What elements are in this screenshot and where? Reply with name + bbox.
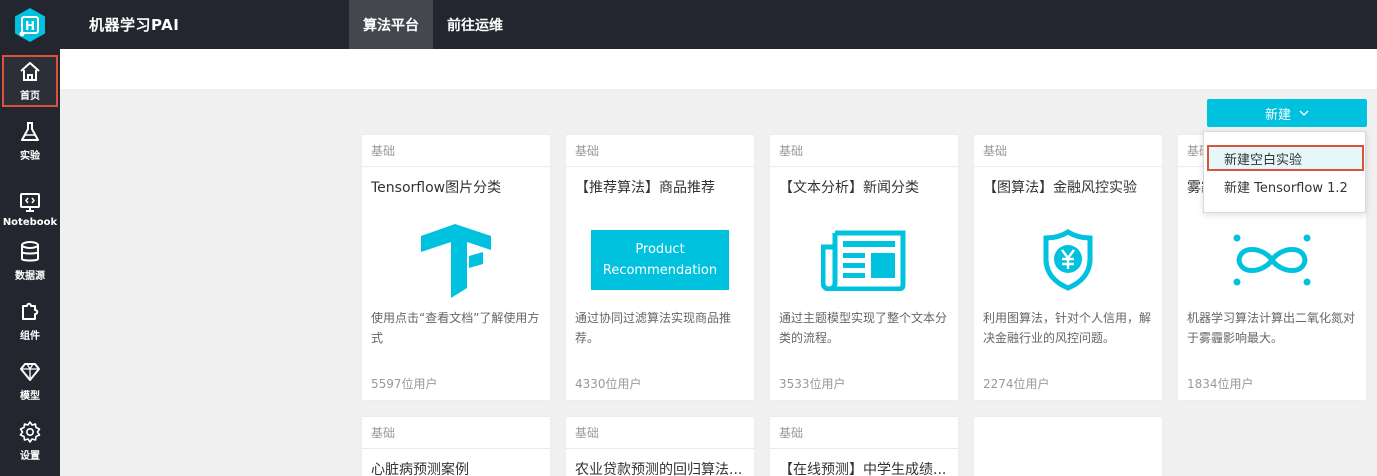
card-description: 使用点击“查看文档”了解使用方式 <box>371 311 540 345</box>
newspaper-icon <box>821 230 906 291</box>
puzzle-icon <box>22 302 39 320</box>
card-tag: 基础 <box>566 417 754 449</box>
sidebar-item-label: 数据源 <box>15 271 45 282</box>
template-card-heart-disease[interactable]: 基础 心脏病预测案例 <box>362 417 550 476</box>
card-title: 农业贷款预测的回归算法... <box>575 462 743 476</box>
card-image <box>1178 215 1366 305</box>
card-image <box>362 215 550 305</box>
chevron-down-icon <box>1299 110 1309 116</box>
logo-icon: H <box>15 7 45 42</box>
product-recommendation-image: Product Recommendation <box>591 230 729 290</box>
notebook-icon <box>20 193 40 212</box>
top-bar: H 机器学习PAI 算法平台 前往运维 <box>0 0 1377 49</box>
card-user-count: 3533位用户 <box>779 377 846 391</box>
database-icon <box>21 241 39 262</box>
sidebar-item-label: Notebook <box>2 217 58 228</box>
yen-shield-icon <box>1043 229 1093 291</box>
sidebar-item-home[interactable]: 首页 <box>2 55 58 107</box>
new-button-label: 新建 <box>1264 107 1291 123</box>
image-text: Recommendation <box>602 263 718 278</box>
card-title: 【图算法】金融风控实验 <box>983 180 1137 196</box>
sidebar-item-label: 实验 <box>20 151 40 162</box>
new-dropdown-menu: 新建空白实验 新建 Tensorflow 1.2 <box>1203 131 1366 213</box>
card-tag: 基础 <box>770 417 958 449</box>
top-nav: 算法平台 前往运维 <box>349 0 517 49</box>
template-card-financial-risk[interactable]: 基础 【图算法】金融风控实验 利用图算法，针对个人信用，解决金融行业的风控问题。… <box>974 135 1162 400</box>
infinity-icon <box>1233 234 1311 286</box>
card-title: Tensorflow图片分类 <box>371 180 502 196</box>
card-tag: 基础 <box>974 135 1162 167</box>
app-title: 机器学习PAI <box>89 16 180 34</box>
card-user-count: 5597位用户 <box>371 377 438 391</box>
card-user-count: 1834位用户 <box>1187 377 1254 391</box>
template-card-product-recommendation[interactable]: 基础 【推荐算法】商品推荐 Product Recommendation 通过协… <box>566 135 754 400</box>
sidebar-item-notebook[interactable]: Notebook <box>2 183 58 235</box>
card-title: 心脏病预测案例 <box>371 462 469 476</box>
sidebar: 首页 实验 Notebook 数据源 组件 模型 设置 <box>0 49 60 476</box>
sidebar-item-model[interactable]: 模型 <box>2 355 58 407</box>
card-tag: 基础 <box>770 135 958 167</box>
flask-icon <box>21 122 39 141</box>
sidebar-item-label: 组件 <box>20 331 40 342</box>
svg-text:H: H <box>25 19 35 33</box>
card-user-count: 2274位用户 <box>983 377 1050 391</box>
menu-item-new-tensorflow[interactable]: 新建 Tensorflow 1.2 <box>1207 173 1364 199</box>
content-header <box>60 49 1377 89</box>
sidebar-item-label: 设置 <box>20 451 40 462</box>
card-image: Product Recommendation <box>566 215 754 305</box>
sidebar-item-settings[interactable]: 设置 <box>2 415 58 467</box>
sidebar-item-experiment[interactable]: 实验 <box>2 115 58 167</box>
gear-icon <box>19 421 41 443</box>
card-tag: 基础 <box>362 135 550 167</box>
home-icon <box>20 62 40 81</box>
template-card-agri-loan[interactable]: 基础 农业贷款预测的回归算法... <box>566 417 754 476</box>
card-user-count: 4330位用户 <box>575 377 642 391</box>
pai-logo[interactable]: H <box>0 0 60 49</box>
card-description: 机器学习算法计算出二氧化氮对于雾霾影响最大。 <box>1187 311 1356 345</box>
sidebar-item-label: 首页 <box>20 91 40 102</box>
template-card-blank <box>974 417 1162 476</box>
nav-algorithm-platform[interactable]: 算法平台 <box>349 0 433 49</box>
card-title: 【推荐算法】商品推荐 <box>575 180 715 196</box>
card-image <box>770 215 958 305</box>
template-card-online-prediction[interactable]: 基础 【在线预测】中学生成绩... <box>770 417 958 476</box>
image-text: Product <box>635 242 685 257</box>
card-tag: 基础 <box>362 417 550 449</box>
card-image <box>974 215 1162 305</box>
menu-item-new-blank-experiment[interactable]: 新建空白实验 <box>1207 145 1364 171</box>
new-button[interactable]: 新建 <box>1207 99 1367 127</box>
sidebar-item-component[interactable]: 组件 <box>2 295 58 347</box>
nav-go-to-ops[interactable]: 前往运维 <box>433 0 517 49</box>
card-description: 利用图算法，针对个人信用，解决金融行业的风控问题。 <box>983 311 1152 345</box>
template-card-news-classification[interactable]: 基础 【文本分析】新闻分类 通过主题模型实现了整个文本分类的流程。 3533位用… <box>770 135 958 400</box>
sidebar-item-label: 模型 <box>20 391 40 402</box>
sidebar-item-datasource[interactable]: 数据源 <box>2 235 58 287</box>
card-description: 通过协同过滤算法实现商品推荐。 <box>575 311 732 345</box>
diamond-icon <box>20 363 40 381</box>
card-tag: 基础 <box>566 135 754 167</box>
tensorflow-logo-icon <box>421 224 491 298</box>
card-title: 【文本分析】新闻分类 <box>779 180 919 196</box>
card-description: 通过主题模型实现了整个文本分类的流程。 <box>779 311 948 345</box>
card-title: 【在线预测】中学生成绩... <box>779 462 947 476</box>
template-card-tensorflow[interactable]: 基础 Tensorflow图片分类 使用点击“查看文档”了解使用方式 5597位… <box>362 135 550 400</box>
